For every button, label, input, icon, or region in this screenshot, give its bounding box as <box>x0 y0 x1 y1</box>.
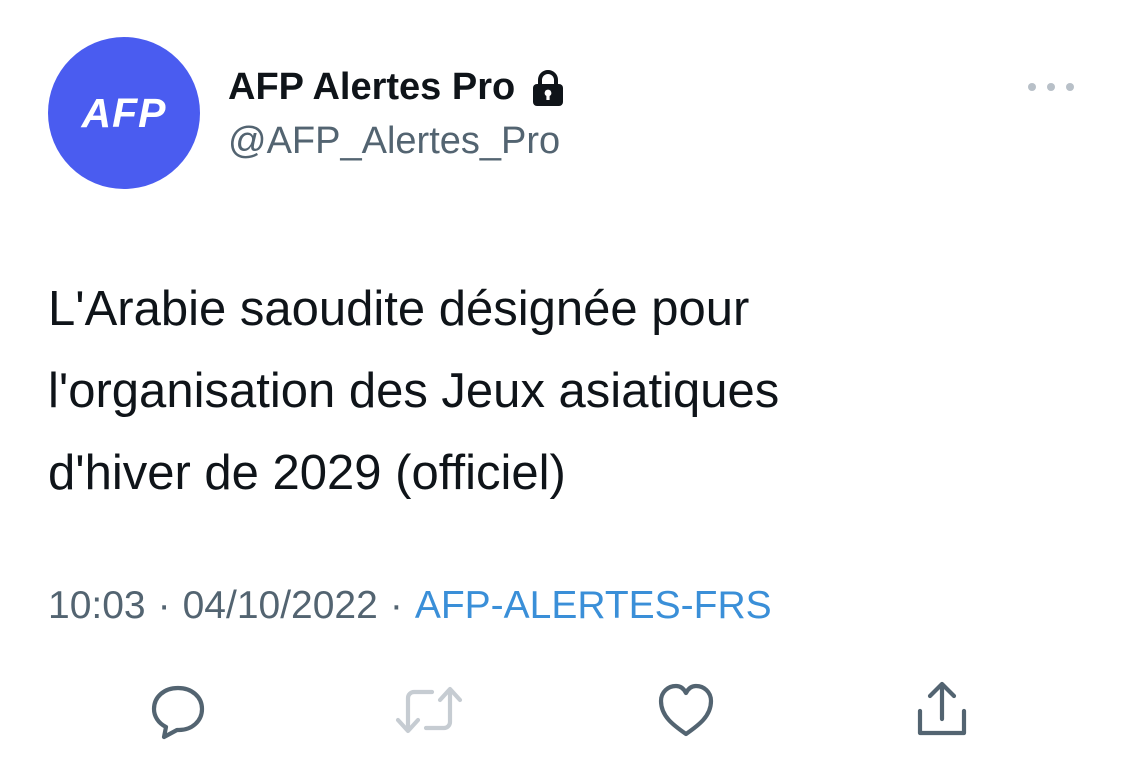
heart-icon <box>655 680 717 745</box>
tweet-time[interactable]: 10:03 <box>48 584 146 628</box>
display-name-row[interactable]: AFP Alertes Pro <box>228 66 567 109</box>
more-dot <box>1047 83 1055 91</box>
avatar-logo-text: AFP <box>81 89 167 136</box>
tweet-text-line: L'Arabie saoudite désignée pour <box>48 282 750 336</box>
lock-icon <box>529 68 567 108</box>
reply-icon <box>148 680 208 745</box>
tweet-date[interactable]: 04/10/2022 <box>183 584 378 628</box>
tweet-text-line: d'hiver de 2029 (officiel) <box>48 446 566 500</box>
display-name[interactable]: AFP Alertes Pro <box>228 66 515 109</box>
share-button[interactable] <box>910 680 974 744</box>
meta-separator: · <box>157 584 171 627</box>
more-icon[interactable] <box>1028 74 1074 100</box>
retweet-icon <box>394 680 464 745</box>
tweet-text-line: l'organisation des Jeux asiatiques <box>48 364 780 418</box>
meta-separator: · <box>389 584 403 627</box>
more-dot <box>1028 83 1036 91</box>
share-icon <box>912 679 972 746</box>
avatar[interactable]: AFP <box>48 37 200 189</box>
like-button[interactable] <box>654 680 718 744</box>
user-handle[interactable]: @AFP_Alertes_Pro <box>228 120 560 163</box>
tweet-actions <box>0 680 1125 744</box>
tweet-meta: 10:03 · 04/10/2022 · AFP-ALERTES-FRS <box>48 584 772 628</box>
tweet-text: L'Arabie saoudite désignée pour l'organi… <box>48 268 1088 514</box>
tweet-source-link[interactable]: AFP-ALERTES-FRS <box>415 584 772 628</box>
more-dot <box>1066 83 1074 91</box>
reply-button[interactable] <box>146 680 210 744</box>
retweet-button[interactable] <box>394 680 464 745</box>
